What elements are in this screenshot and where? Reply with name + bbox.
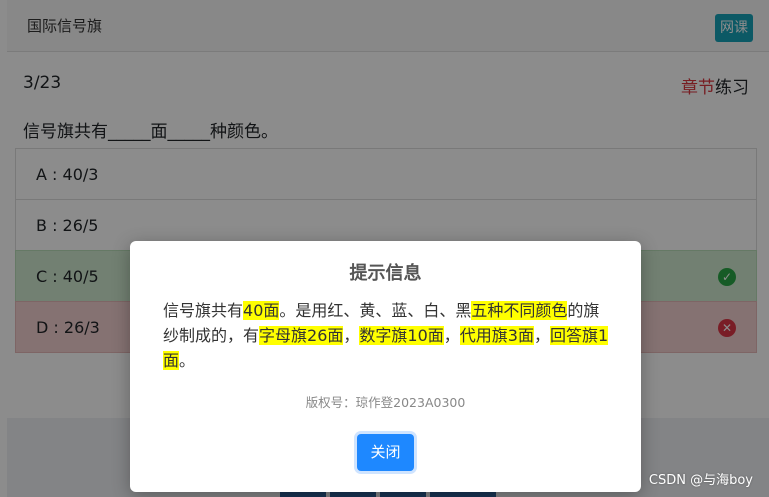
close-button[interactable]: 关闭 [357,434,414,471]
dialog-body: 信号旗共有40面。是用红、黄、蓝、白、黑五种不同颜色的旗纱制成的，有字母旗26面… [163,298,613,373]
body-text: 。是用红、黄、蓝、白、黑 [279,301,472,320]
highlighted-text: 数字旗10面 [359,326,444,345]
dialog-title: 提示信息 [349,263,422,284]
body-text: 。 [179,351,196,370]
highlighted-text: 五种不同颜色 [471,301,568,320]
body-text: ， [533,326,550,345]
hint-dialog: 提示信息 信号旗共有40面。是用红、黄、蓝、白、黑五种不同颜色的旗纱制成的，有字… [130,241,641,492]
copyright-text: 版权号：琼作登2023A0300 [305,395,466,410]
body-text: ， [443,326,460,345]
highlighted-text: 字母旗26面 [259,326,344,345]
highlighted-text: 40面 [243,301,280,320]
body-text: ， [343,326,360,345]
body-text: 信号旗共有 [163,301,244,320]
watermark-text: CSDN @与海boy [648,473,753,488]
highlighted-text: 代用旗3面 [459,326,534,345]
